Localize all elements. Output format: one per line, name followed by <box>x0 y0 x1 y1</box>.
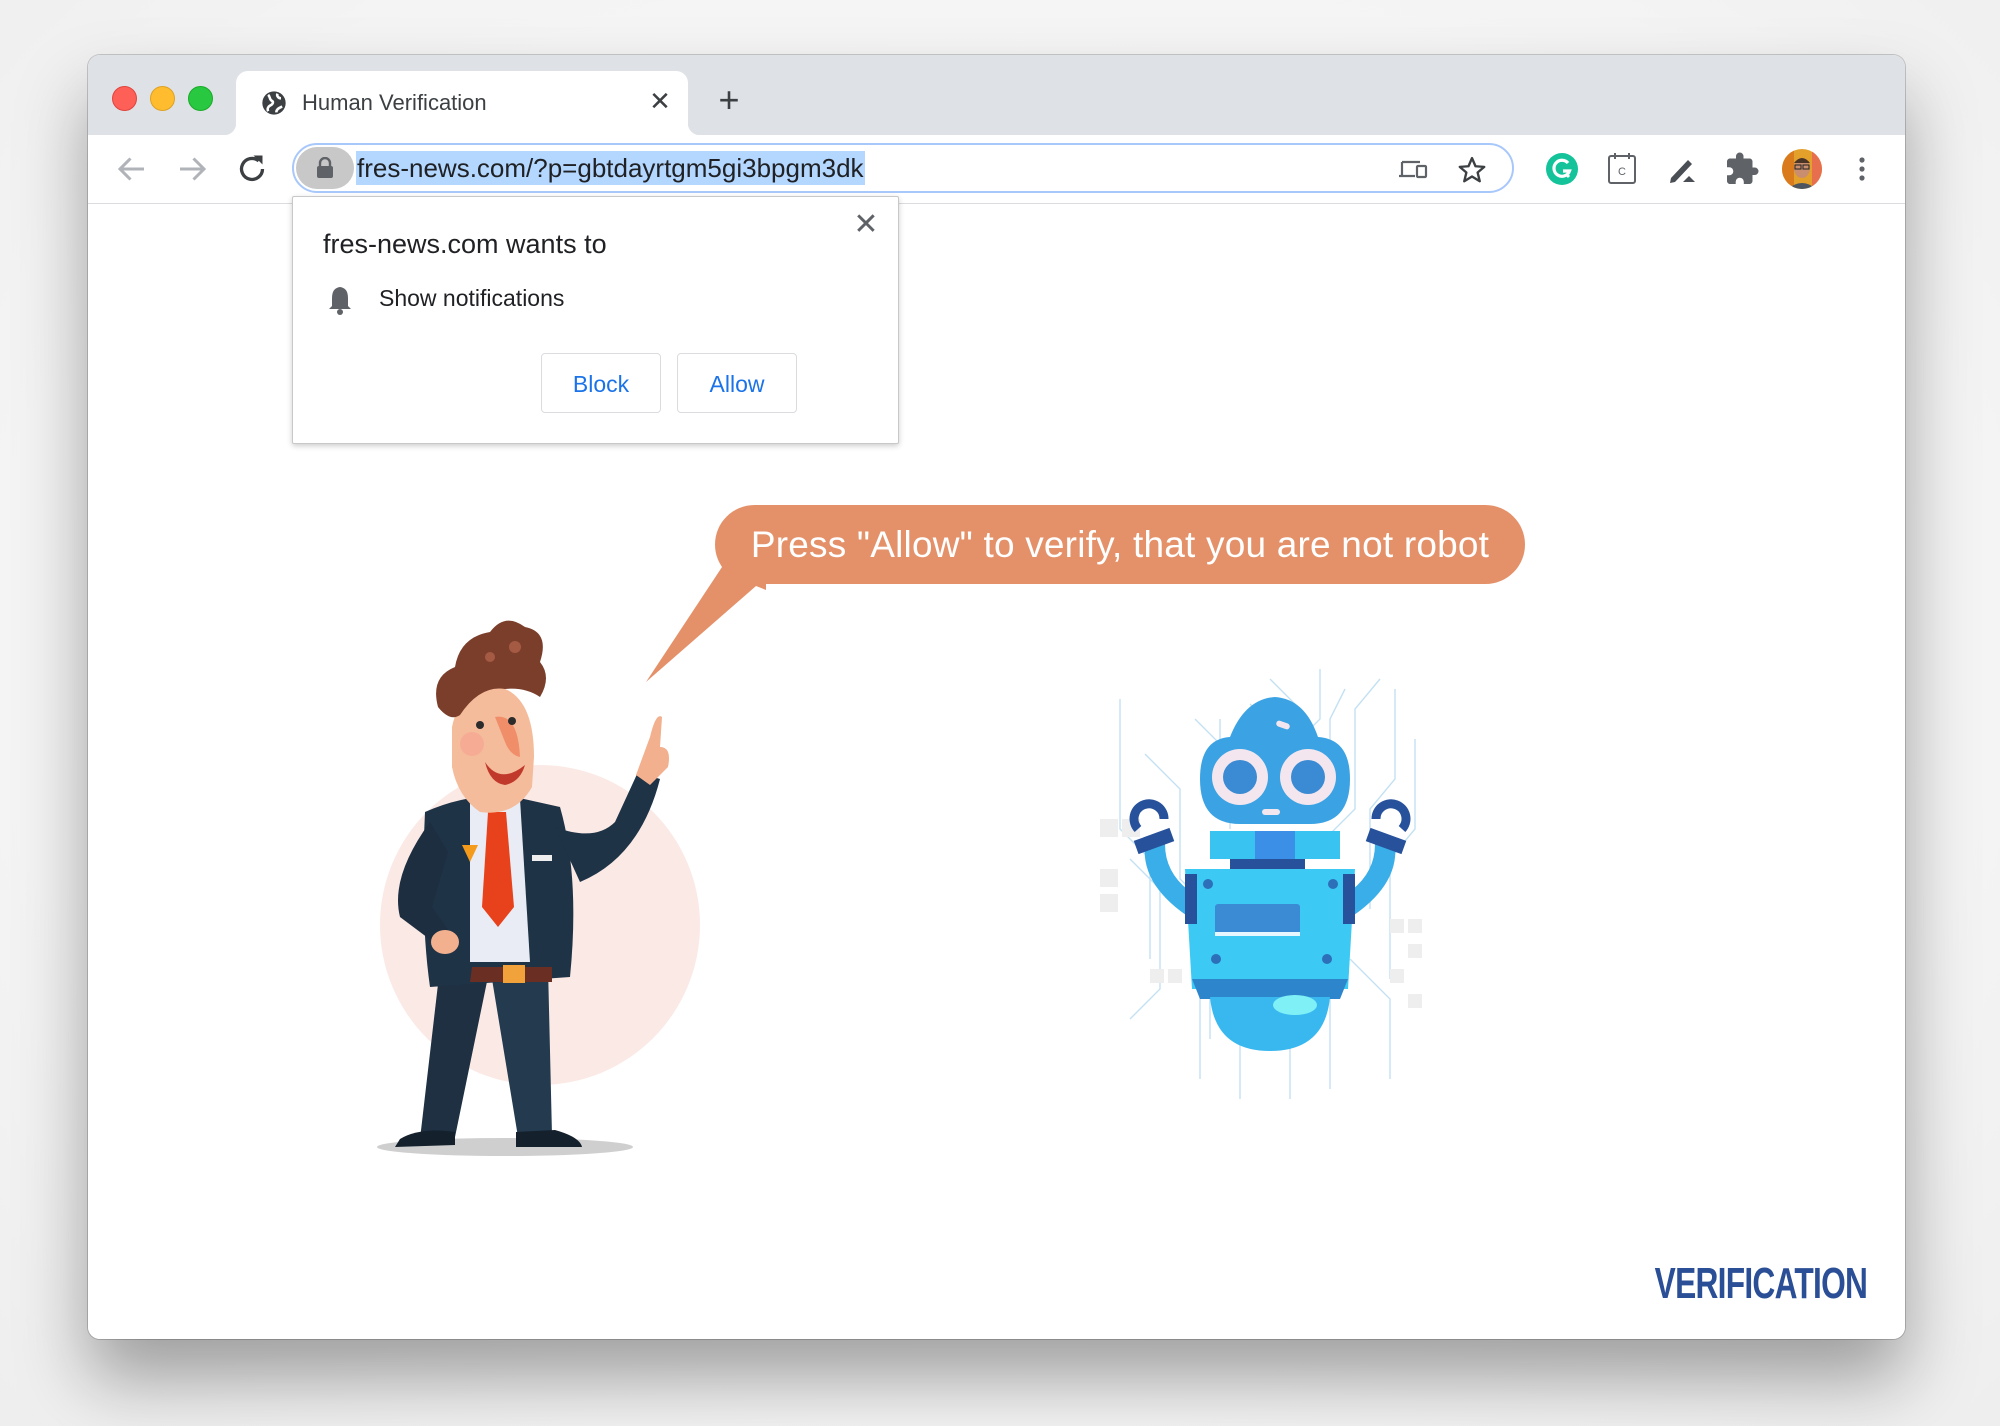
popup-title: fres-news.com wants to <box>323 229 607 259</box>
profile-avatar[interactable] <box>1782 149 1822 189</box>
puzzle-icon[interactable] <box>1724 151 1760 187</box>
permission-label: Show notifications <box>379 285 565 311</box>
close-window-button[interactable] <box>112 86 137 111</box>
lock-icon <box>317 157 333 178</box>
cast-devices-icon[interactable] <box>1398 155 1428 185</box>
arrow-left-icon[interactable] <box>114 151 150 187</box>
zoom-window-button[interactable] <box>188 86 213 111</box>
site-info-button[interactable] <box>296 147 354 189</box>
tab-close-icon[interactable]: ✕ <box>646 87 674 115</box>
allow-button[interactable]: Allow <box>677 353 797 413</box>
notification-permission-popup: fres-news.com wants to ✕ Show notificati… <box>292 196 899 444</box>
minimize-window-button[interactable] <box>150 86 175 111</box>
popup-close-icon[interactable]: ✕ <box>852 210 880 240</box>
reload-icon[interactable] <box>234 151 270 187</box>
more-vert-icon[interactable] <box>1844 151 1880 187</box>
verification-brand-logo: VERIFICATION <box>1654 1259 1867 1308</box>
verify-speech-bubble: Press "Allow" to verify, that you are no… <box>715 505 1525 584</box>
businessman-illustration <box>377 620 700 1156</box>
robot-illustration <box>1100 669 1422 1099</box>
block-button[interactable]: Block <box>541 353 661 413</box>
star-icon[interactable] <box>1457 155 1487 185</box>
tab-human-verification[interactable]: Human Verification ✕ <box>224 71 700 135</box>
tab-title: Human Verification <box>302 90 487 115</box>
arrow-right-icon[interactable] <box>174 151 210 187</box>
calendar-icon[interactable]: C <box>1604 151 1640 187</box>
svg-text:C: C <box>1618 166 1626 178</box>
tab-strip: Human Verification ✕ + <box>88 55 1905 135</box>
grammarly-icon[interactable] <box>1544 151 1580 187</box>
new-tab-button[interactable]: + <box>713 82 745 118</box>
toolbar: fres-news.com/?p=gbtdayrtgm5gi3bpgm3dk C <box>88 135 1905 204</box>
url-text[interactable]: fres-news.com/?p=gbtdayrtgm5gi3bpgm3dk <box>356 151 865 185</box>
bell-icon <box>329 287 351 315</box>
globe-icon <box>262 91 286 115</box>
address-bar[interactable]: fres-news.com/?p=gbtdayrtgm5gi3bpgm3dk <box>292 143 1514 193</box>
browser-window: Human Verification ✕ + fres-news.com/?p=… <box>88 55 1905 1339</box>
pen-icon[interactable] <box>1664 151 1700 187</box>
